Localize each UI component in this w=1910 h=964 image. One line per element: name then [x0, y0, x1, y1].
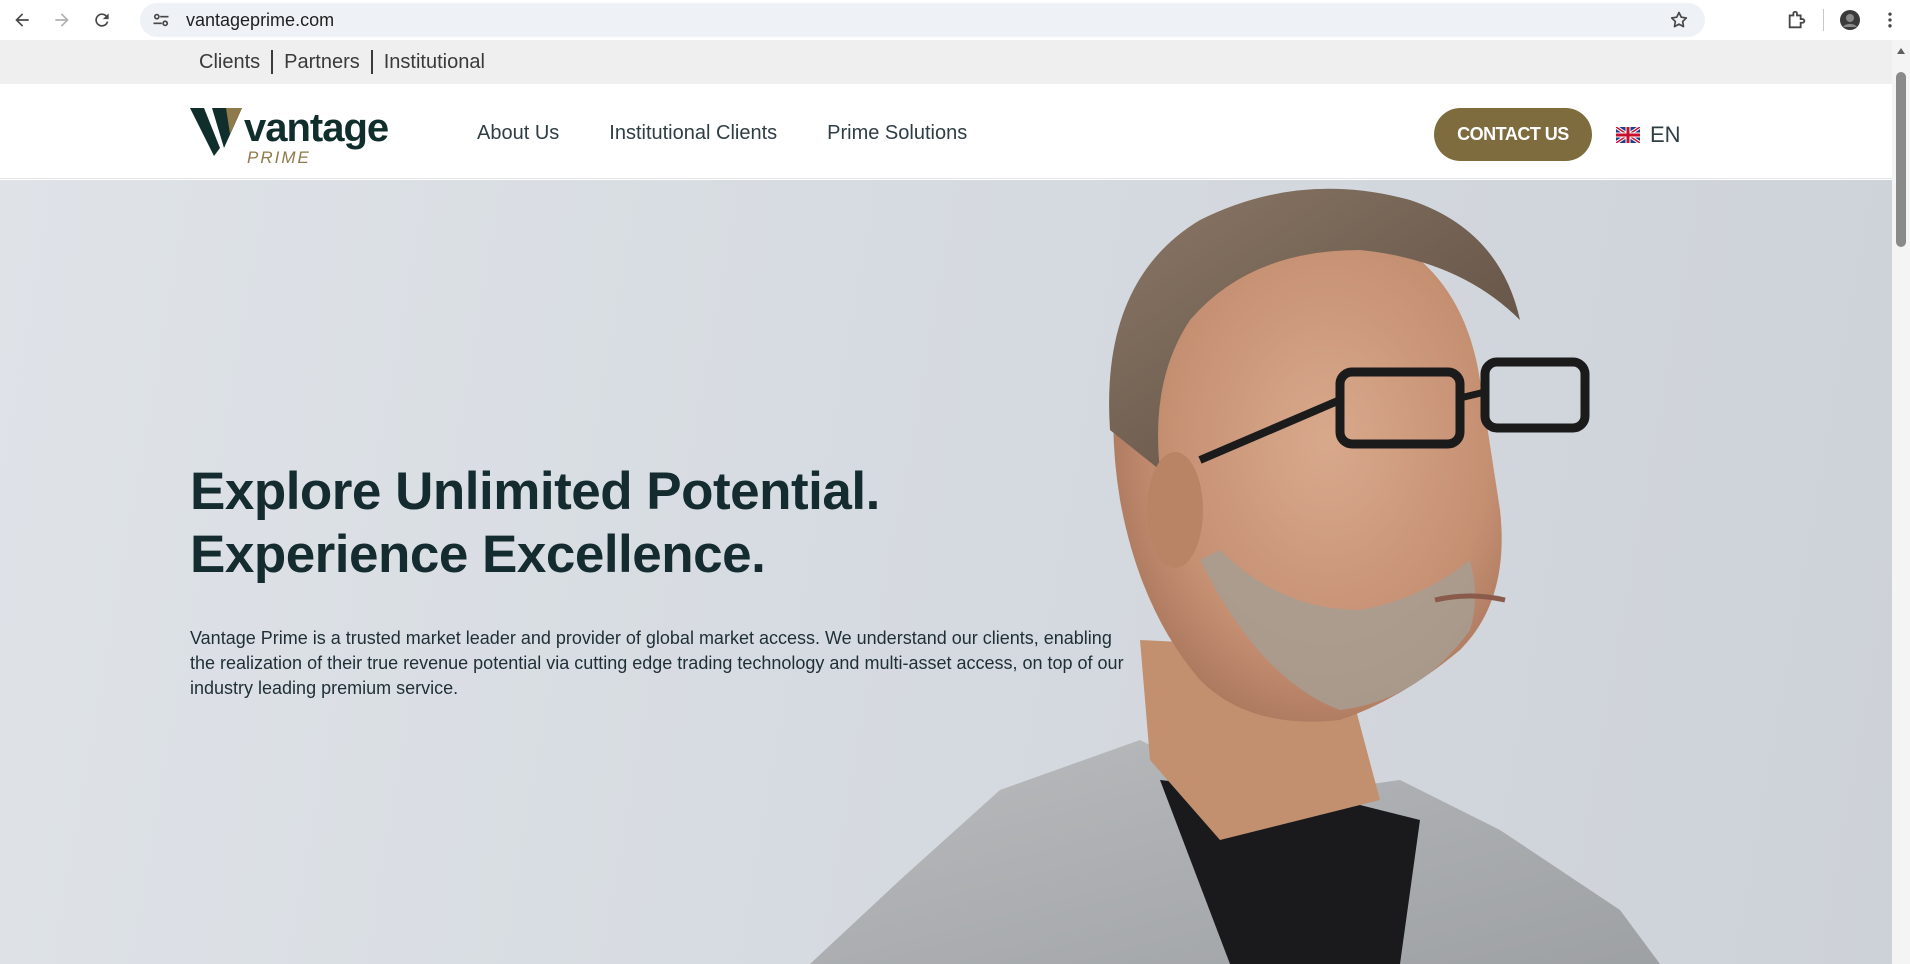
- hero-title-line1: Explore Unlimited Potential.: [190, 462, 880, 521]
- bookmark-star-icon[interactable]: [1669, 10, 1689, 30]
- nav-prime-solutions[interactable]: Prime Solutions: [827, 122, 967, 145]
- profile-icon[interactable]: [1830, 0, 1870, 40]
- extensions-icon[interactable]: [1777, 0, 1817, 40]
- toolbar-divider: [1823, 9, 1824, 31]
- forward-arrow-icon[interactable]: [44, 2, 80, 38]
- nav-institutional-clients[interactable]: Institutional Clients: [609, 122, 777, 145]
- scrollbar-thumb[interactable]: [1896, 72, 1906, 247]
- language-selector[interactable]: EN: [1616, 122, 1681, 148]
- site-header: vantage PRIME About Us Institutional Cli…: [0, 84, 1892, 179]
- hero-title-line2: Experience Excellence.: [190, 525, 766, 584]
- browser-toolbar: vantageprime.com: [0, 0, 1910, 40]
- language-code: EN: [1650, 122, 1681, 147]
- more-vert-icon[interactable]: [1870, 0, 1910, 40]
- hero-section: Explore Unlimited Potential. Experience …: [0, 180, 1892, 964]
- divider: [370, 50, 373, 74]
- scroll-up-arrow-icon[interactable]: [1897, 48, 1905, 54]
- contact-us-button[interactable]: CONTACT US: [1434, 108, 1592, 161]
- vantage-prime-logo[interactable]: vantage PRIME: [190, 106, 389, 167]
- page-scrollbar[interactable]: [1892, 40, 1910, 964]
- url-text[interactable]: vantageprime.com: [186, 10, 334, 31]
- hero-portrait-image: [810, 188, 1660, 964]
- address-bar[interactable]: vantageprime.com: [140, 3, 1705, 37]
- uk-flag-icon: [1616, 127, 1640, 143]
- hero-title: Explore Unlimited Potential. Experience …: [190, 460, 880, 586]
- divider: [271, 50, 274, 74]
- back-arrow-icon[interactable]: [4, 2, 40, 38]
- audience-switcher: Clients Partners Institutional: [0, 40, 1892, 84]
- logo-sub-text: PRIME: [247, 148, 311, 167]
- topbar-link-clients[interactable]: Clients: [199, 51, 260, 74]
- reload-icon[interactable]: [84, 2, 120, 38]
- page-viewport: Clients Partners Institutional vantage P…: [0, 40, 1892, 964]
- logo-brand-text: vantage: [244, 106, 389, 150]
- logo-mark-icon: [190, 108, 242, 156]
- main-nav: About Us Institutional Clients Prime Sol…: [477, 122, 1017, 145]
- topbar-link-institutional[interactable]: Institutional: [384, 51, 485, 74]
- site-settings-icon[interactable]: [144, 3, 178, 37]
- nav-about-us[interactable]: About Us: [477, 122, 559, 145]
- hero-description: Vantage Prime is a trusted market leader…: [190, 628, 1124, 698]
- topbar-link-partners[interactable]: Partners: [284, 51, 360, 74]
